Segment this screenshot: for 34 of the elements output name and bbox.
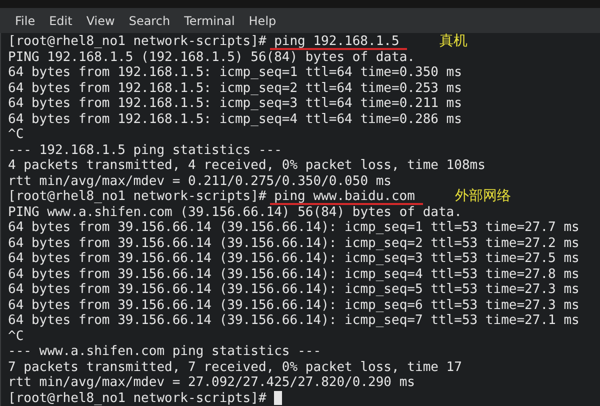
shell-prompt: [root@rhel8_no1 network-scripts]# (8, 189, 266, 204)
menu-item[interactable]: Search (122, 14, 178, 28)
terminal-line: 64 bytes from 192.168.1.5: icmp_seq=3 ttl=64 time=0.211 ms (8, 96, 463, 112)
menu-item[interactable]: Help (242, 14, 284, 28)
terminal-line: 64 bytes from 192.168.1.5: icmp_seq=4 ttl=64 time=0.286 ms (8, 112, 463, 127)
terminal-line: rtt min/avg/max/mdev = 27.092/27.425/27.820/0.290 ms (8, 375, 416, 390)
terminal-line: 64 bytes from 192.168.1.5: icmp_seq=1 ttl=64 time=0.350 ms (8, 65, 463, 80)
terminal-line: 64 bytes from 39.156.66.14 (39.156.66.14): icmp_seq=6 ttl=53 time=27.3 ms (8, 298, 580, 313)
terminal-line: 64 bytes from 39.156.66.14 (39.156.66.14): icmp_seq=7 ttl=53 time=27.1 ms (8, 313, 580, 328)
terminal-line: 64 bytes from 39.156.66.14 (39.156.66.14): icmp_seq=3 ttl=53 time=27.5 ms (8, 251, 580, 266)
terminal-line: ^C (8, 127, 25, 142)
menu-item[interactable]: View (79, 14, 122, 28)
terminal-line: 7 packets transmitted, 7 received, 0% packet loss, time 17 (8, 360, 463, 375)
terminal-line: 64 bytes from 39.156.66.14 (39.156.66.14): icmp_seq=5 ttl=53 time=27.3 ms (8, 282, 580, 298)
terminal-line: ^C (8, 328, 25, 344)
terminal-line: PING 192.168.1.5 (192.168.1.5) 56(84) bytes of data. (8, 50, 416, 65)
terminal-line: 64 bytes from 39.156.66.14 (39.156.66.14): icmp_seq=4 ttl=53 time=27.8 ms (8, 266, 580, 282)
terminal-line: --- 192.168.1.5 ping statistics --- (8, 142, 283, 158)
terminal-line: 64 bytes from 39.156.66.14 (39.156.66.14): icmp_seq=2 ttl=53 time=27.2 ms (8, 236, 580, 251)
terminal-line: 64 bytes from 192.168.1.5: icmp_seq=2 ttl=64 time=0.253 ms (8, 80, 463, 96)
command-text: ping www.baidu.com (274, 189, 415, 204)
terminal-line: 64 bytes from 39.156.66.14 (39.156.66.14): icmp_seq=1 ttl=53 time=27.7 ms (8, 220, 580, 236)
menu-item[interactable]: Edit (42, 14, 80, 28)
terminal-line: 4 packets transmitted, 4 received, 0% packet loss, time 108ms (8, 158, 486, 174)
menu-item[interactable]: File (8, 14, 42, 28)
terminal-line: rtt min/avg/max/mdev = 0.211/0.275/0.350/0.050 ms (8, 174, 393, 189)
shell-prompt: [root@rhel8_no1 network-scripts]# (8, 390, 266, 406)
shell-prompt: [root@rhel8_no1 network-scripts]# (8, 34, 266, 50)
terminal-line: PING www.a.shifen.com (39.156.66.14) 56(84) bytes of data. (8, 204, 463, 220)
menu-item[interactable]: Terminal (177, 14, 242, 28)
annotation-label: 外部网络 (454, 189, 511, 204)
annotation-label: 真机 (439, 34, 468, 50)
terminal-line: --- www.a.shifen.com ping statistics --- (8, 344, 322, 360)
command-text: ping 192.168.1.5 (274, 34, 400, 50)
